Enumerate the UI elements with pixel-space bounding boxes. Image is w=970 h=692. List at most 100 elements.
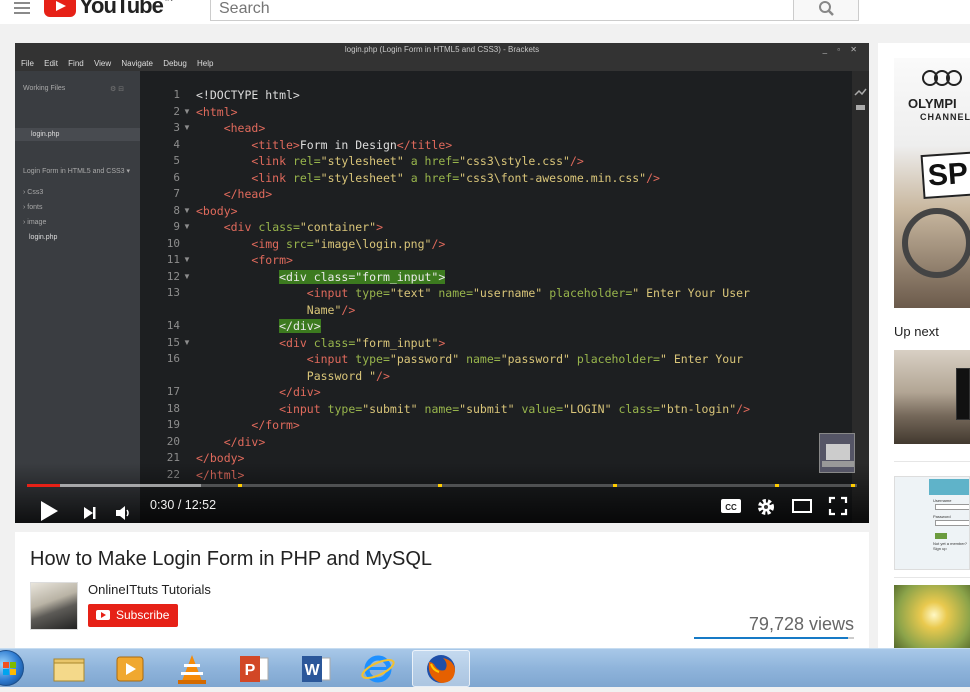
code-line: <body> <box>196 204 238 218</box>
webcam-overlay-thumbnail <box>819 433 855 473</box>
fullscreen-icon[interactable] <box>828 496 848 516</box>
line-number: 12 <box>166 270 180 283</box>
editor-menu-view: View <box>93 59 112 68</box>
thumbnail-header <box>929 479 969 495</box>
phone-image <box>956 368 970 420</box>
line-number: 5 <box>173 154 180 167</box>
editor-menu-file: File <box>21 59 34 68</box>
tree-item-image: › image <box>23 219 47 226</box>
word-icon[interactable]: W <box>288 650 344 687</box>
editor-window-title: login.php (Login Form in HTML5 and CSS3)… <box>15 43 869 57</box>
file-explorer-icon[interactable] <box>42 650 98 687</box>
code-line: <div class="container"> <box>223 220 383 234</box>
vlc-icon[interactable] <box>164 650 220 687</box>
played-bar <box>27 484 61 487</box>
code-line: <input type="text" name="username" place… <box>306 286 750 300</box>
tree-item-css3: › Css3 <box>23 189 44 196</box>
sentiment-bar-fill <box>694 637 848 639</box>
chapter-marker <box>775 484 779 487</box>
line-number: 18 <box>166 402 180 415</box>
region-label: IN <box>165 0 173 3</box>
up-next-thumbnail[interactable] <box>894 350 970 444</box>
view-count: 79,728 views <box>748 614 854 634</box>
editor-window-buttons: _ ▫ ✕ <box>822 45 861 54</box>
code-line: Password "/> <box>306 369 390 383</box>
captions-icon[interactable]: CC <box>720 497 742 515</box>
related-video-thumbnail[interactable] <box>894 585 970 648</box>
code-line: Name"/> <box>306 303 356 317</box>
ring <box>946 70 962 86</box>
code-line: <link rel="stylesheet" a href="css3\styl… <box>251 154 584 168</box>
youtube-logo[interactable]: YouTube IN <box>44 0 173 18</box>
code-line: <input type="password" name="password" p… <box>306 352 744 366</box>
start-orb-icon[interactable] <box>0 650 24 686</box>
fold-arrow-icon: ▼ <box>183 107 191 116</box>
thumb-field <box>935 504 969 510</box>
fold-arrow-icon: ▼ <box>183 338 191 347</box>
theater-mode-icon[interactable] <box>791 497 813 515</box>
tree-item-login: login.php <box>29 234 58 241</box>
divider <box>894 577 970 578</box>
editor-menu-help: Help <box>197 59 214 68</box>
channel-name-link[interactable]: OnlineITtuts Tutorials <box>88 582 211 597</box>
windows-taskbar: P W <box>0 648 970 687</box>
fold-arrow-icon: ▼ <box>183 272 191 281</box>
editor-menu-debug: Debug <box>163 59 187 68</box>
progress-bar[interactable] <box>27 484 857 487</box>
olympic-rings-icon <box>922 70 970 88</box>
laptop-icon <box>822 444 854 467</box>
video-player[interactable]: login.php (Login Form in HTML5 and CSS3)… <box>15 43 869 523</box>
code-line: <link rel="stylesheet" a href="css3\font… <box>251 171 660 185</box>
gear-icon[interactable] <box>755 496 777 518</box>
volume-icon[interactable] <box>114 504 134 522</box>
play-icon[interactable] <box>37 499 61 523</box>
code-line: <head> <box>223 121 266 135</box>
hamburger-menu-icon[interactable] <box>14 2 30 16</box>
thumb-footer-text: Not yet a member? Sign up <box>933 541 968 551</box>
advertisement-banner[interactable]: OLYMPI CHANNEL SP <box>894 58 970 308</box>
windows-logo-icon <box>3 662 16 675</box>
powerpoint-icon[interactable]: P <box>226 650 282 687</box>
thumb-field <box>935 520 969 526</box>
svg-text:CC: CC <box>725 503 737 512</box>
line-number: 4 <box>173 138 180 151</box>
code-line: </div> <box>279 385 321 399</box>
subscribe-label: Subscribe <box>116 608 170 622</box>
media-player-icon[interactable] <box>102 650 158 687</box>
code-line: </form> <box>251 418 300 432</box>
subscribe-button[interactable]: Subscribe <box>88 604 178 627</box>
line-number: 13 <box>166 286 180 299</box>
search-button[interactable] <box>793 0 859 21</box>
time-display: 0:30 / 12:52 <box>150 498 216 512</box>
fold-arrow-icon: ▼ <box>183 206 191 215</box>
line-number: 2 <box>173 105 180 118</box>
line-number: 3 <box>173 121 180 134</box>
fold-arrow-icon: ▼ <box>183 123 191 132</box>
internet-explorer-icon[interactable] <box>350 650 406 687</box>
line-number: 16 <box>166 352 180 365</box>
chapter-marker <box>238 484 242 487</box>
sidebar-settings-icon: ⚙ ⊟ <box>110 86 125 93</box>
search-input[interactable] <box>211 0 793 20</box>
chapter-marker <box>438 484 442 487</box>
live-preview-icon <box>854 88 867 110</box>
time-current: 0:30 <box>150 498 175 512</box>
code-line: </div> <box>223 435 266 449</box>
channel-avatar[interactable] <box>30 582 78 630</box>
youtube-play-icon <box>96 610 110 620</box>
related-video-thumbnail[interactable]: Username Password Not yet a member? Sign… <box>894 476 970 570</box>
line-number: 14 <box>166 319 180 332</box>
editor-menu-edit: Edit <box>44 59 58 68</box>
line-number: 1 <box>173 88 180 101</box>
next-icon[interactable] <box>81 504 99 522</box>
fold-arrow-icon: ▼ <box>183 255 191 264</box>
divider <box>894 461 970 462</box>
line-number: 17 <box>166 385 180 398</box>
svg-text:W: W <box>304 662 320 679</box>
search-icon <box>819 1 834 16</box>
fold-arrow-icon: ▼ <box>183 222 191 231</box>
code-line: </head> <box>223 187 273 201</box>
time-total: 12:52 <box>184 498 217 512</box>
firefox-icon[interactable] <box>413 650 469 687</box>
sentiment-bar <box>694 637 854 639</box>
